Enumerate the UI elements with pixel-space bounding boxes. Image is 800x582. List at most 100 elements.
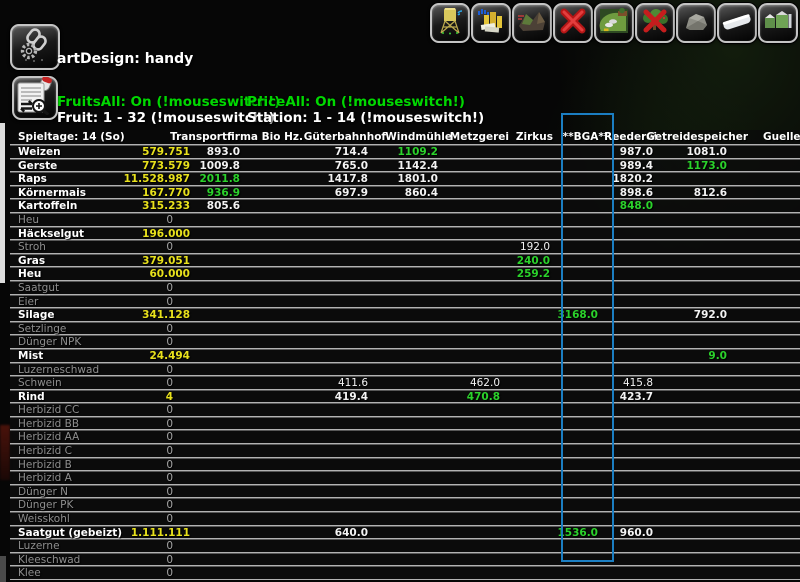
- silo-button[interactable]: [430, 3, 470, 43]
- row-amount: 0: [140, 499, 190, 511]
- table-row: Herbizid BB0: [10, 417, 800, 431]
- row-cell: [653, 527, 727, 539]
- row-cell: [368, 459, 438, 471]
- mod-settings-button[interactable]: [10, 24, 60, 70]
- row-cell: [303, 418, 368, 430]
- row-cell: [727, 323, 800, 335]
- row-amount: 579.751: [140, 146, 190, 158]
- row-cell: [438, 445, 500, 457]
- row-cell: [500, 472, 550, 484]
- rock-button[interactable]: [676, 3, 716, 43]
- row-amount: 167.770: [140, 187, 190, 199]
- row-cell: [190, 527, 245, 539]
- row-cell: [190, 350, 245, 362]
- row-label: Silage: [10, 309, 140, 321]
- price-all-toggle[interactable]: PriceAll: On (!mouseswitch!): [247, 94, 465, 110]
- row-cell: [598, 228, 653, 240]
- row-amount: 0: [140, 418, 190, 430]
- row-cell: [653, 540, 727, 552]
- row-cell: [438, 241, 500, 253]
- row-cell: [598, 513, 653, 525]
- row-cell: 470.8: [438, 391, 500, 403]
- row-cell: [190, 241, 245, 253]
- row-cell: [303, 404, 368, 416]
- mod-author-label: artDesign: handy: [57, 51, 193, 67]
- row-cell: [190, 567, 245, 579]
- row-cell: [245, 486, 303, 498]
- row-cell: [727, 255, 800, 267]
- row-cell: [598, 418, 653, 430]
- money-stats-button[interactable]: [471, 3, 511, 43]
- row-cell: [500, 187, 550, 199]
- row-label: Kartoffeln: [10, 200, 140, 212]
- row-cell: [438, 146, 500, 158]
- row-cell: [500, 228, 550, 240]
- row-cell: [598, 567, 653, 579]
- price-list-button[interactable]: [12, 76, 58, 120]
- row-cell: [190, 214, 245, 226]
- station-range-switch[interactable]: Station: 1 - 14 (!mouseswitch!): [247, 110, 484, 126]
- row-cell: 259.2: [500, 268, 550, 280]
- column-header: Windmühle: [382, 130, 452, 144]
- row-cell: [500, 527, 550, 539]
- row-cell: [653, 445, 727, 457]
- row-cell: [190, 268, 245, 280]
- row-cell: [727, 336, 800, 348]
- row-cell: [653, 228, 727, 240]
- table-row: Saatgut0: [10, 281, 800, 295]
- row-label: Schwein: [10, 377, 140, 389]
- row-cell: [550, 200, 598, 212]
- row-cell: [438, 200, 500, 212]
- row-cell: [245, 296, 303, 308]
- row-cell: [368, 282, 438, 294]
- row-cell: 1536.0: [550, 527, 598, 539]
- row-amount: 0: [140, 459, 190, 471]
- row-cell: [438, 418, 500, 430]
- row-cell: [500, 173, 550, 185]
- row-cell: [550, 513, 598, 525]
- row-cell: [303, 200, 368, 212]
- row-label: Gras: [10, 255, 140, 267]
- row-cell: [653, 268, 727, 280]
- row-cell: [727, 268, 800, 280]
- row-cell: [438, 336, 500, 348]
- row-cell: [727, 309, 800, 321]
- row-cell: [190, 336, 245, 348]
- row-cell: [727, 527, 800, 539]
- row-cell: [438, 513, 500, 525]
- row-cell: [190, 364, 245, 376]
- column-header: Getreidespeicher: [674, 130, 748, 144]
- row-cell: [303, 459, 368, 471]
- table-row: Dünger N0: [10, 485, 800, 499]
- row-cell: [653, 364, 727, 376]
- greenhouse-button[interactable]: [717, 3, 757, 43]
- row-cell: [727, 146, 800, 158]
- field-button[interactable]: [594, 3, 634, 43]
- row-cell: [550, 146, 598, 158]
- row-cell: [245, 554, 303, 566]
- row-cell: [653, 418, 727, 430]
- factory-button[interactable]: [758, 3, 798, 43]
- row-cell: [550, 445, 598, 457]
- row-cell: [303, 472, 368, 484]
- terrain-map-icon: [517, 6, 547, 40]
- fruit-range-switch[interactable]: Fruit: 1 - 32 (!mouseswitch!): [57, 110, 275, 126]
- row-cell: [550, 404, 598, 416]
- row-cell: [190, 445, 245, 457]
- close-button[interactable]: [553, 3, 593, 43]
- row-cell: [500, 499, 550, 511]
- row-cell: [727, 364, 800, 376]
- row-cell: [598, 540, 653, 552]
- row-cell: [598, 499, 653, 511]
- row-cell: [550, 540, 598, 552]
- row-label: Heu: [10, 268, 140, 280]
- row-cell: [368, 472, 438, 484]
- table-row: Herbizid AA0: [10, 430, 800, 444]
- row-cell: [598, 364, 653, 376]
- terrain-map-button[interactable]: [512, 3, 552, 43]
- row-cell: [368, 364, 438, 376]
- row-amount: 4: [140, 391, 190, 403]
- row-cell: [653, 431, 727, 443]
- row-cell: [550, 499, 598, 511]
- remove-trees-button[interactable]: [635, 3, 675, 43]
